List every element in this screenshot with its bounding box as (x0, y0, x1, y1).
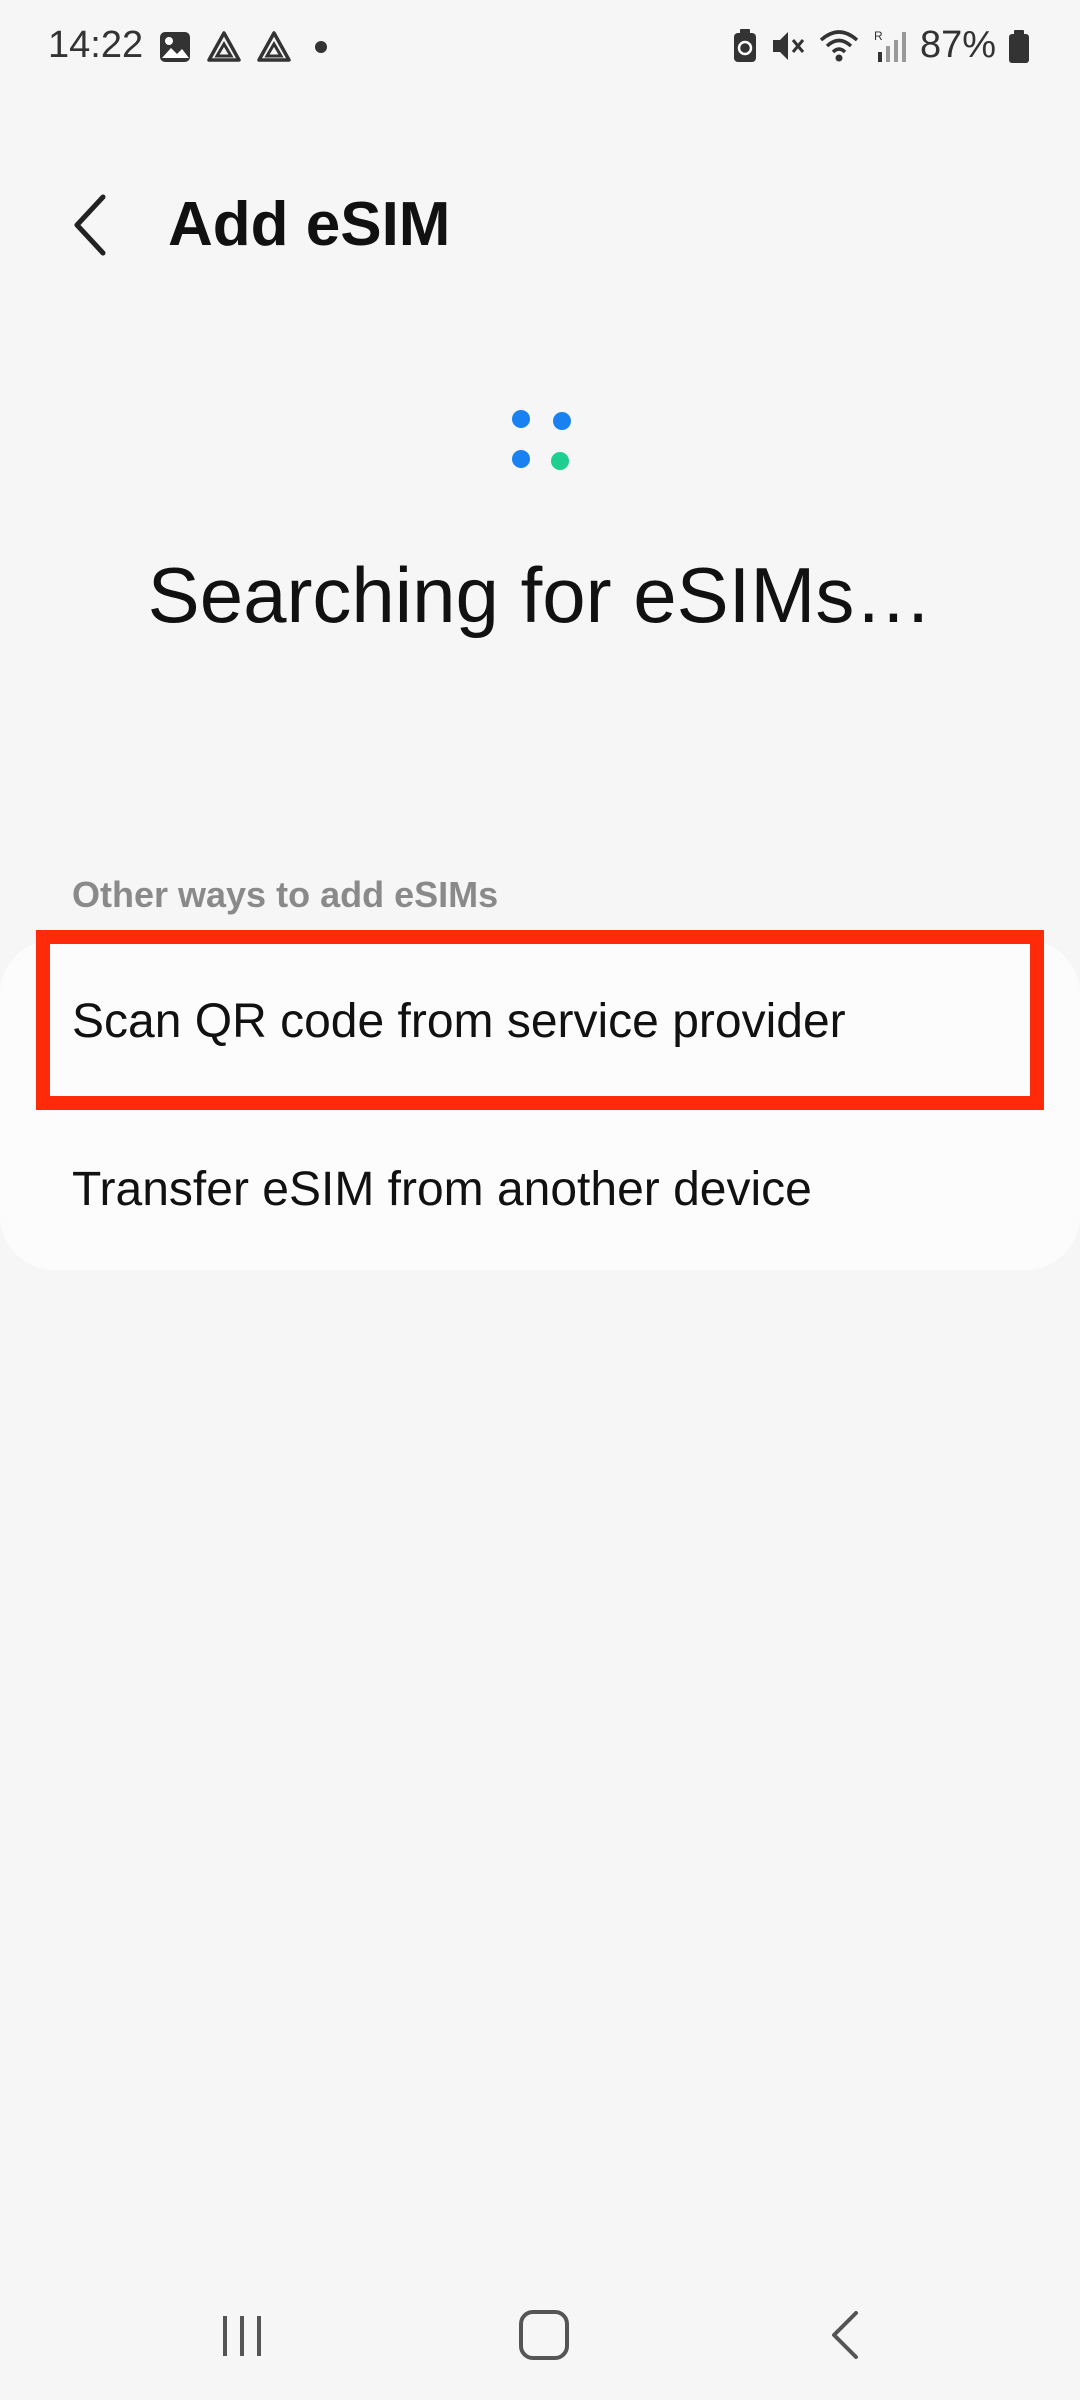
mute-icon (772, 31, 805, 60)
spinner-dot (512, 450, 530, 468)
spinner-dot (551, 452, 569, 470)
status-bar: 14:22 R 87% (0, 0, 1080, 100)
recent-apps-button[interactable] (202, 2300, 282, 2370)
drive-icon (207, 31, 241, 62)
section-header: Other ways to add eSIMs (72, 874, 499, 915)
spinner-dot (553, 412, 571, 430)
battery-saver-icon (733, 28, 756, 62)
navigation-bar (0, 2280, 1080, 2380)
recent-apps-icon (223, 2316, 261, 2356)
signal-icon: R (874, 29, 906, 62)
svg-text:R: R (874, 29, 883, 43)
drive-icon (257, 31, 291, 62)
battery-icon (1009, 29, 1029, 63)
home-button[interactable] (504, 2300, 584, 2370)
status-time: 14:22 (48, 24, 144, 66)
dot-icon (315, 41, 327, 53)
searching-status: Searching for eSIMs… (147, 551, 933, 639)
notification-icons (158, 30, 336, 64)
highlight-box (36, 930, 1044, 1110)
home-icon (519, 2310, 569, 2360)
back-button[interactable] (56, 190, 126, 260)
back-nav-button[interactable] (806, 2300, 886, 2370)
gallery-icon (160, 32, 190, 62)
battery-percent: 87% (919, 24, 996, 66)
status-right: R 87% (732, 24, 1030, 67)
back-icon (832, 2311, 858, 2359)
wifi-icon (819, 29, 859, 61)
spinner-dot (512, 410, 530, 428)
page-title: Add eSIM (168, 190, 451, 259)
screen: 14:22 R 87% Add eSIM Searching for eSIMs… (0, 0, 1080, 2400)
transfer-esim-option[interactable]: Transfer eSIM from another device (72, 1160, 812, 1220)
loading-spinner (500, 400, 580, 480)
app-bar: Add eSIM (0, 170, 1080, 280)
chevron-left-icon (74, 194, 106, 256)
